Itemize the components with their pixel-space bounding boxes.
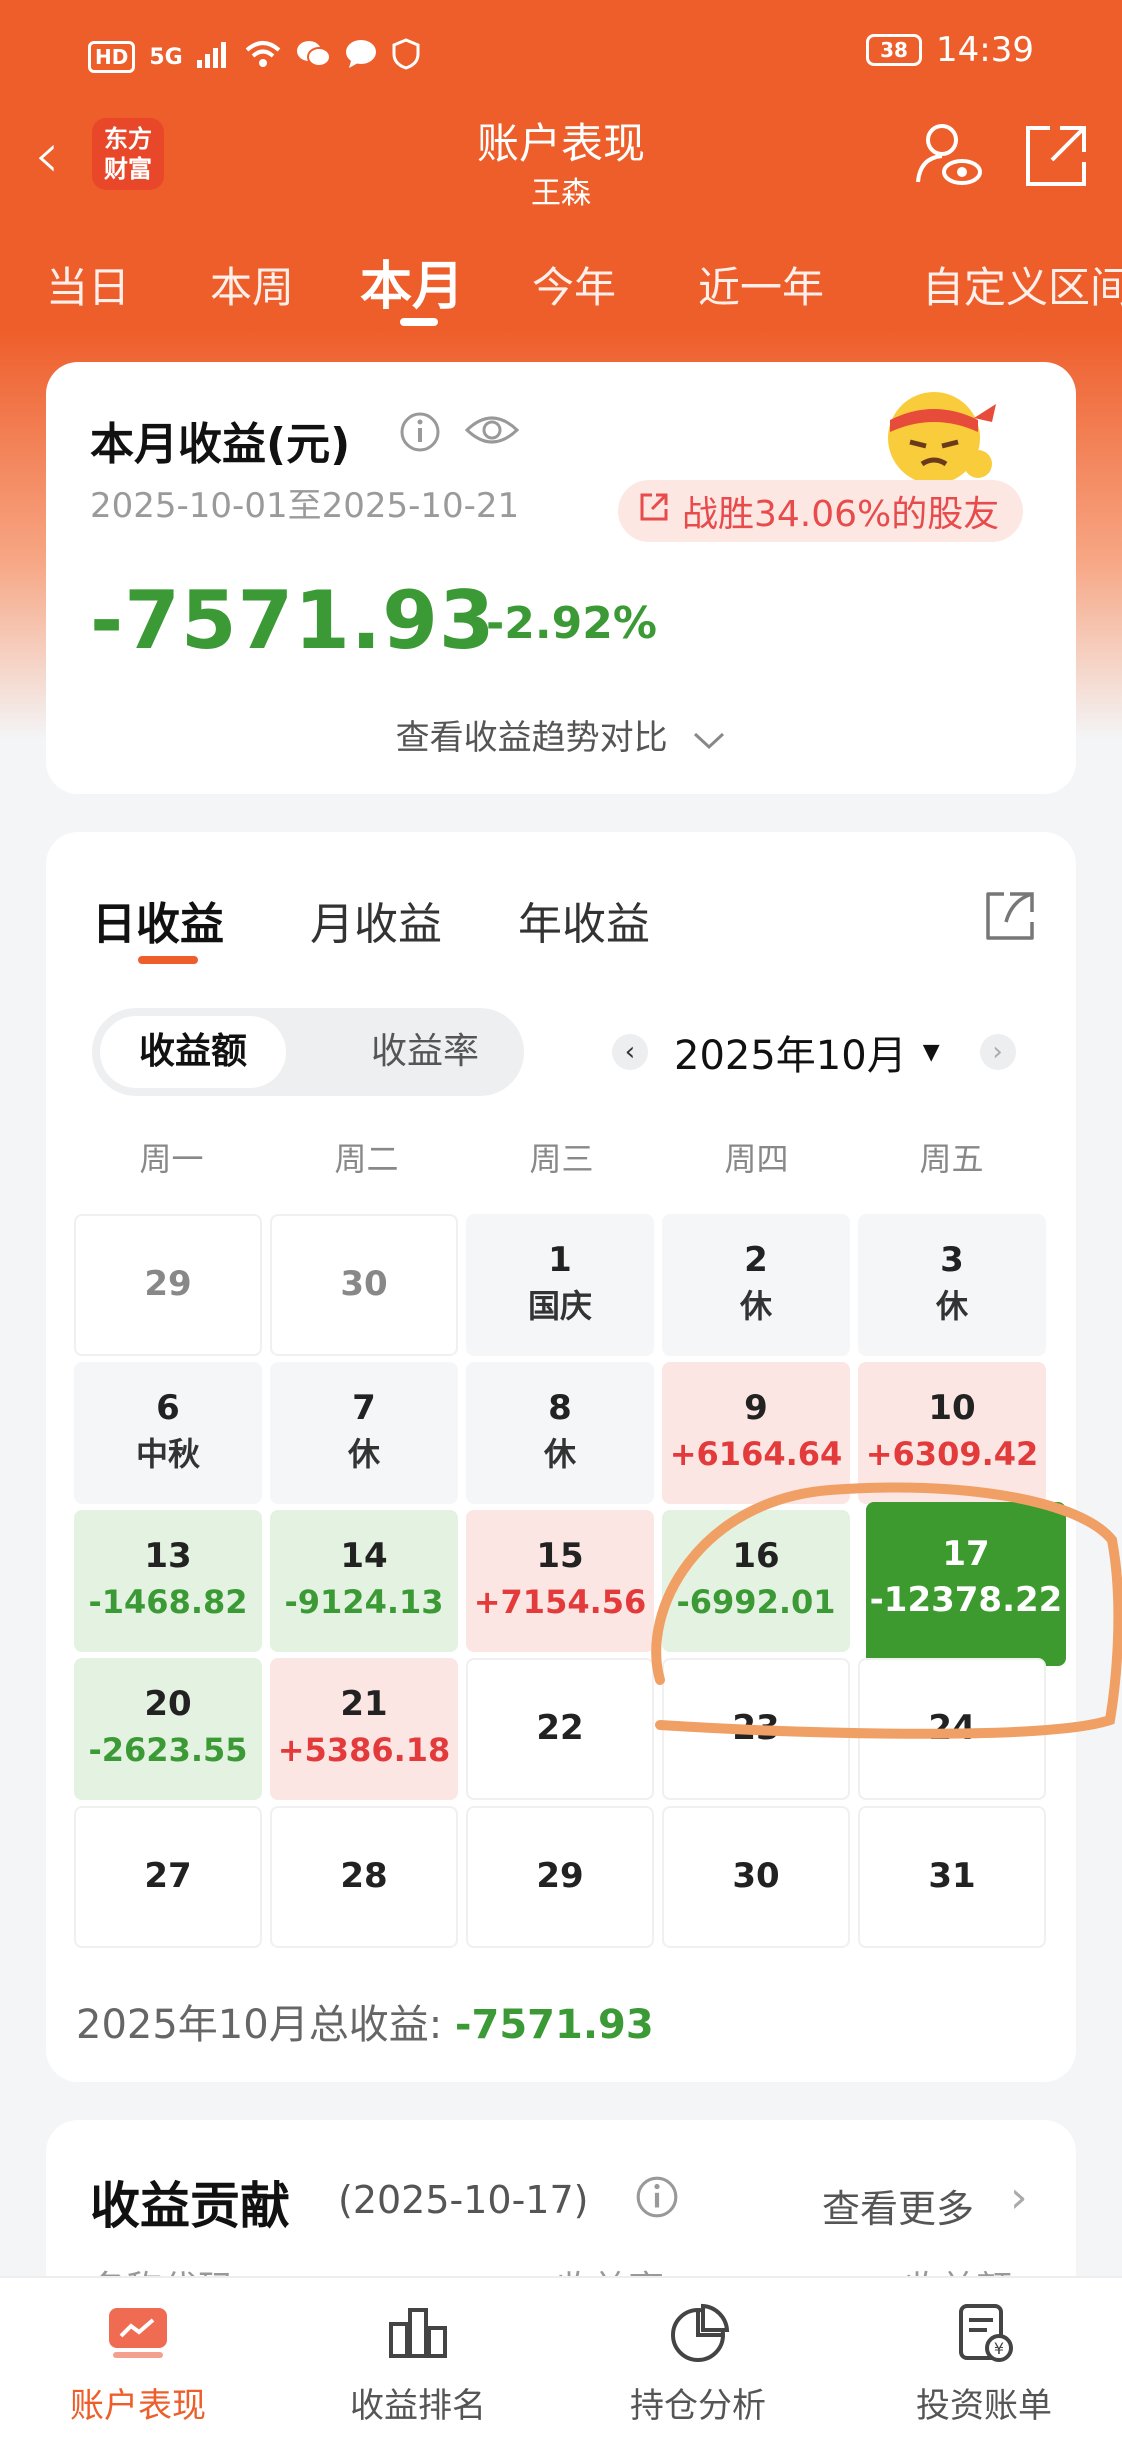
calendar-day-loss[interactable]: 16 -6992.01 [662, 1510, 850, 1652]
daily-profit-calendar-card: 日收益 月收益 年收益 收益额 收益率 ‹ 2025年10月 ▼ › 周一 周二… [46, 832, 1076, 2082]
bar-chart-icon [383, 2298, 453, 2368]
calendar-day[interactable]: 29 [466, 1806, 654, 1948]
clock: 14:39 [936, 30, 1034, 70]
nav-investment-bill[interactable]: ¥ 投资账单 [864, 2298, 1104, 2427]
toggle-profit-amount[interactable]: 收益额 [100, 1016, 286, 1088]
tab-monthly-profit[interactable]: 月收益 [310, 888, 442, 952]
calendar-day[interactable]: 24 [858, 1658, 1046, 1800]
signal-indicator: 5G [149, 44, 183, 70]
next-month-button[interactable]: › [979, 1034, 1016, 1070]
tab-today[interactable]: 当日 [46, 254, 130, 315]
toggle-profit-rate[interactable]: 收益率 [332, 1016, 518, 1088]
calendar-day[interactable]: 27 [74, 1806, 262, 1948]
calendar-day[interactable]: 29 [74, 1214, 262, 1356]
monthly-profit-percent: -2.92% [486, 598, 657, 649]
metric-toggle: 收益额 收益率 [92, 1008, 524, 1096]
tab-custom-range[interactable]: 自定义区间 [922, 254, 1122, 315]
tab-daily-profit[interactable]: 日收益 [92, 888, 224, 952]
calendar-day-holiday[interactable]: 1 国庆 [466, 1214, 654, 1356]
summary-title: 本月收益(元) [90, 419, 351, 470]
beat-peers-badge[interactable]: 战胜34.06%的股友 [618, 480, 1024, 542]
weekday-label: 周三 [529, 1140, 594, 1178]
trend-compare-link[interactable]: 查看收益趋势对比 [46, 710, 1076, 760]
app-header: ‹ 东方 财富 账户表现 王森 [0, 100, 1122, 220]
eye-icon[interactable] [464, 408, 520, 456]
share-out-icon[interactable] [1020, 120, 1092, 192]
calendar-day-loss[interactable]: 13 -1468.82 [74, 1510, 262, 1652]
calendar-day-holiday[interactable]: 2休 [662, 1214, 850, 1356]
share-icon[interactable] [982, 888, 1038, 948]
weekday-label: 周五 [919, 1140, 984, 1178]
weekday-header: 周一 周二 周三 周四 周五 [74, 1134, 1050, 1184]
calendar-day[interactable]: 30 [662, 1806, 850, 1948]
battery-indicator: 38 [866, 34, 923, 66]
caret-down-icon[interactable]: ▼ [923, 1040, 940, 1065]
shield-icon [391, 38, 421, 76]
calendar-day-gain[interactable]: 9 +6164.64 [662, 1362, 850, 1504]
calendar-day[interactable]: 28 [270, 1806, 458, 1948]
weekday-label: 周四 [724, 1140, 789, 1178]
calendar-day-gain[interactable]: 21 +5386.18 [270, 1658, 458, 1800]
calendar-day[interactable]: 23 [662, 1658, 850, 1800]
date-range: 2025-10-01至2025-10-21 [90, 486, 520, 526]
calendar-day[interactable]: 31 [858, 1806, 1046, 1948]
calendar-day-gain[interactable]: 10 +6309.42 [858, 1362, 1046, 1504]
calendar-day[interactable]: 30 [270, 1214, 458, 1356]
month-total: 2025年10月总收益: -7571.93 [76, 2002, 654, 2048]
mascot-avatar [882, 380, 1002, 490]
tab-yearly-profit[interactable]: 年收益 [518, 888, 650, 952]
calendar-day[interactable]: 22 [466, 1658, 654, 1800]
nav-holdings-analysis[interactable]: 持仓分析 [578, 2298, 818, 2427]
tab-this-month[interactable]: 本月 [360, 244, 464, 319]
weekday-label: 周一 [139, 1140, 204, 1178]
tab-this-week[interactable]: 本周 [210, 254, 294, 315]
message-icon [345, 39, 377, 75]
user-privacy-icon[interactable] [912, 120, 984, 192]
bill-icon: ¥ [949, 2298, 1019, 2368]
calendar-day-holiday[interactable]: 7休 [270, 1362, 458, 1504]
calendar-day-loss[interactable]: 20 -2623.55 [74, 1658, 262, 1800]
nav-profit-ranking[interactable]: 收益排名 [298, 2298, 538, 2427]
wifi-icon [245, 40, 281, 74]
month-navigator: ‹ 2025年10月 ▼ › [612, 1024, 1016, 1080]
svg-text:¥: ¥ [994, 2339, 1004, 2358]
tab-indicator [400, 318, 438, 326]
bottom-nav: 账户表现 收益排名 持仓分析 ¥ 投资账单 [0, 2276, 1122, 2442]
chevron-right-icon[interactable]: › [1010, 2172, 1028, 2223]
calendar-day-gain[interactable]: 15 +7154.56 [466, 1510, 654, 1652]
calendar-day-loss[interactable]: 14 -9124.13 [270, 1510, 458, 1652]
prev-month-button[interactable]: ‹ [612, 1034, 648, 1070]
contribution-date: (2025-10-17) [338, 2178, 589, 2222]
nav-account-performance[interactable]: 账户表现 [18, 2298, 258, 2427]
calendar-day-holiday[interactable]: 8休 [466, 1362, 654, 1504]
monthly-summary-card: 本月收益(元) 2025-10-01至2025-10-21 战胜34.06%的股… [46, 362, 1076, 794]
month-selector[interactable]: 2025年10月 [674, 1023, 907, 1081]
calendar-day-selected[interactable]: 17 -12378.22 [866, 1502, 1066, 1666]
monthly-profit-amount: -7571.93 [90, 574, 496, 667]
info-icon[interactable] [634, 2174, 680, 2224]
calendar-tab-indicator [138, 956, 198, 964]
view-more-link[interactable]: 查看更多 [822, 2178, 974, 2233]
contribution-title: 收益贡献 [90, 2177, 290, 2235]
month-total-value: -7571.93 [454, 2002, 654, 2048]
tab-this-year[interactable]: 今年 [532, 254, 616, 315]
wechat-icon [295, 39, 331, 75]
calendar-day-holiday[interactable]: 6 中秋 [74, 1362, 262, 1504]
pie-chart-icon [663, 2298, 733, 2368]
chevron-down-icon [692, 720, 726, 760]
signal-bars-icon [196, 40, 231, 74]
info-icon[interactable] [398, 410, 442, 458]
tab-last-year[interactable]: 近一年 [698, 254, 824, 315]
share-small-icon [638, 491, 670, 532]
hd-indicator: HD [88, 41, 136, 73]
weekday-label: 周二 [334, 1140, 399, 1178]
performance-icon [103, 2298, 173, 2368]
beat-peers-text: 战胜34.06%的股友 [682, 494, 1000, 535]
calendar-day-holiday[interactable]: 3休 [858, 1214, 1046, 1356]
period-tabs: 当日 本周 本月 今年 近一年 自定义区间 [0, 236, 1122, 326]
